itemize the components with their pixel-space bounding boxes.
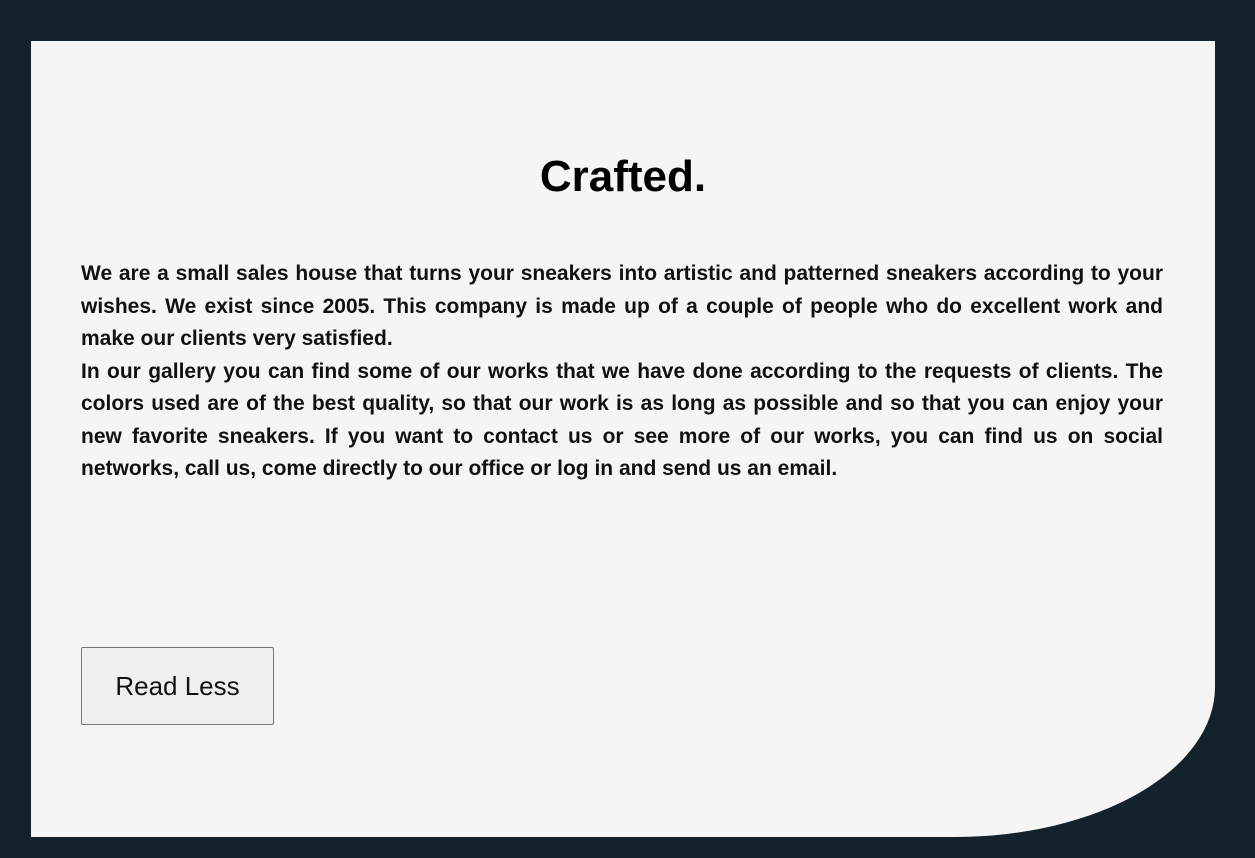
about-paragraph-1: We are a small sales house that turns yo… [81, 262, 1163, 350]
read-less-button[interactable]: Read Less [81, 647, 274, 725]
page: Crafted. We are a small sales house that… [0, 0, 1255, 858]
about-text: We are a small sales house that turns yo… [81, 258, 1163, 486]
about-card: Crafted. We are a small sales house that… [31, 41, 1215, 837]
page-title: Crafted. [539, 152, 707, 201]
about-paragraph-2: In our gallery you can find some of our … [81, 359, 1163, 481]
